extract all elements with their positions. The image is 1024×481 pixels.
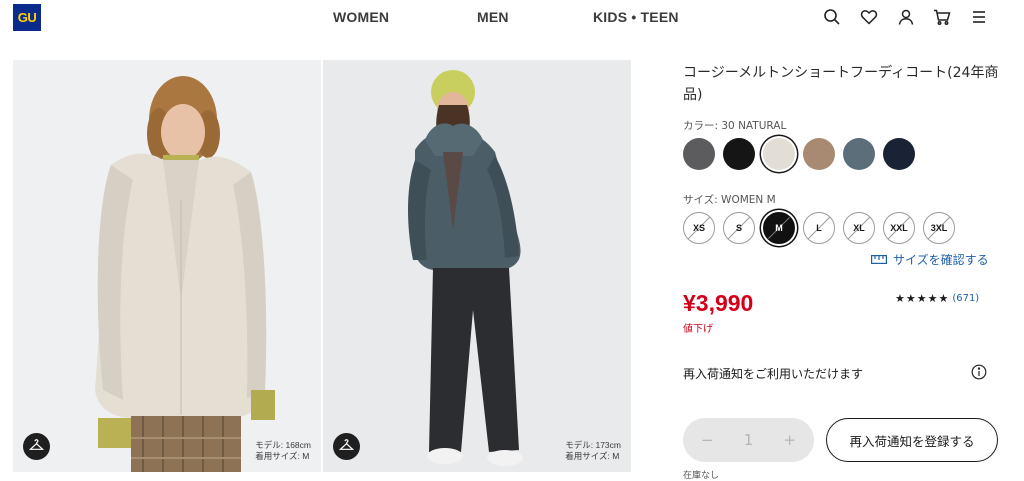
nav-kids-teen[interactable]: KIDS • TEEN <box>593 9 679 25</box>
hanger-icon <box>29 439 44 450</box>
size-option-label: S <box>735 223 742 233</box>
model-info: モデル: 168cm 着用サイズ: M <box>255 440 311 462</box>
user-icon[interactable] <box>897 8 915 26</box>
size-check-link[interactable]: サイズを確認する <box>871 251 989 268</box>
rating[interactable]: ★★★★★ (671) <box>895 292 979 305</box>
price: ¥3,990 <box>683 290 754 316</box>
color-label: カラー: 30 NATURAL <box>683 120 787 132</box>
size-option-label: 3XL <box>930 223 948 233</box>
size-option[interactable]: XL <box>843 212 875 244</box>
size-check-label: サイズを確認する <box>893 253 989 267</box>
restock-notify-button[interactable]: 再入荷通知を登録する <box>826 418 998 462</box>
size-option[interactable]: XXL <box>883 212 915 244</box>
site-header: GU WOMEN MEN KIDS • TEEN <box>0 0 1024 40</box>
color-swatch[interactable] <box>723 138 755 170</box>
nav-men[interactable]: MEN <box>477 9 509 25</box>
price-note: 値下げ <box>683 324 713 335</box>
model-photo-natural-coat <box>95 76 275 472</box>
model-photo-blue-coat <box>408 70 523 466</box>
qty-minus-button[interactable]: − <box>701 431 714 449</box>
color-swatches <box>683 138 915 170</box>
color-swatch[interactable] <box>683 138 715 170</box>
model-size: 着用サイズ: M <box>255 451 310 461</box>
quantity-stepper[interactable]: − 1 + <box>683 418 814 462</box>
color-swatch[interactable] <box>763 138 795 170</box>
size-option-label: XL <box>853 223 865 233</box>
size-label: サイズ: WOMEN M <box>683 194 776 206</box>
size-option[interactable]: 3XL <box>923 212 955 244</box>
size-option[interactable]: M <box>763 212 795 244</box>
restock-message: 再入荷通知をご利用いただけます <box>683 367 864 381</box>
qty-plus-button[interactable]: + <box>783 431 796 449</box>
size-option-label: XXL <box>890 223 908 233</box>
size-options: XS S M L XL XXL 3XL <box>683 212 955 244</box>
review-count[interactable]: (671) <box>952 293 979 304</box>
model-height: モデル: 173cm <box>565 440 621 450</box>
hanger-button[interactable] <box>23 433 50 460</box>
rating-stars: ★★★★★ <box>895 292 950 305</box>
hanger-icon <box>339 439 354 450</box>
size-option-label: L <box>816 223 822 233</box>
ruler-icon <box>871 255 887 264</box>
model-info: モデル: 173cm 着用サイズ: M <box>565 440 621 462</box>
qty-value: 1 <box>743 431 754 449</box>
heart-icon[interactable] <box>860 8 878 26</box>
menu-icon[interactable] <box>970 8 988 26</box>
stock-note: 在庫なし <box>683 471 720 481</box>
nav-women[interactable]: WOMEN <box>333 9 389 25</box>
size-option[interactable]: S <box>723 212 755 244</box>
color-swatch[interactable] <box>883 138 915 170</box>
search-icon[interactable] <box>823 8 841 26</box>
model-height: モデル: 168cm <box>255 440 311 450</box>
product-title: コージーメルトンショートフーディコート(24年商品) <box>683 65 999 103</box>
product-image-1[interactable]: モデル: 168cm 着用サイズ: M <box>13 60 321 472</box>
size-option[interactable]: XS <box>683 212 715 244</box>
size-option[interactable]: L <box>803 212 835 244</box>
model-size: 着用サイズ: M <box>565 451 620 461</box>
hanger-button[interactable] <box>333 433 360 460</box>
color-swatch[interactable] <box>843 138 875 170</box>
size-option-label: XS <box>692 223 705 233</box>
size-option-label: M <box>775 223 783 233</box>
gu-logo[interactable]: GU <box>13 4 41 31</box>
info-icon[interactable] <box>971 364 987 380</box>
product-image-2[interactable]: モデル: 173cm 着用サイズ: M <box>323 60 631 472</box>
cart-icon[interactable] <box>933 8 951 26</box>
color-swatch[interactable] <box>803 138 835 170</box>
